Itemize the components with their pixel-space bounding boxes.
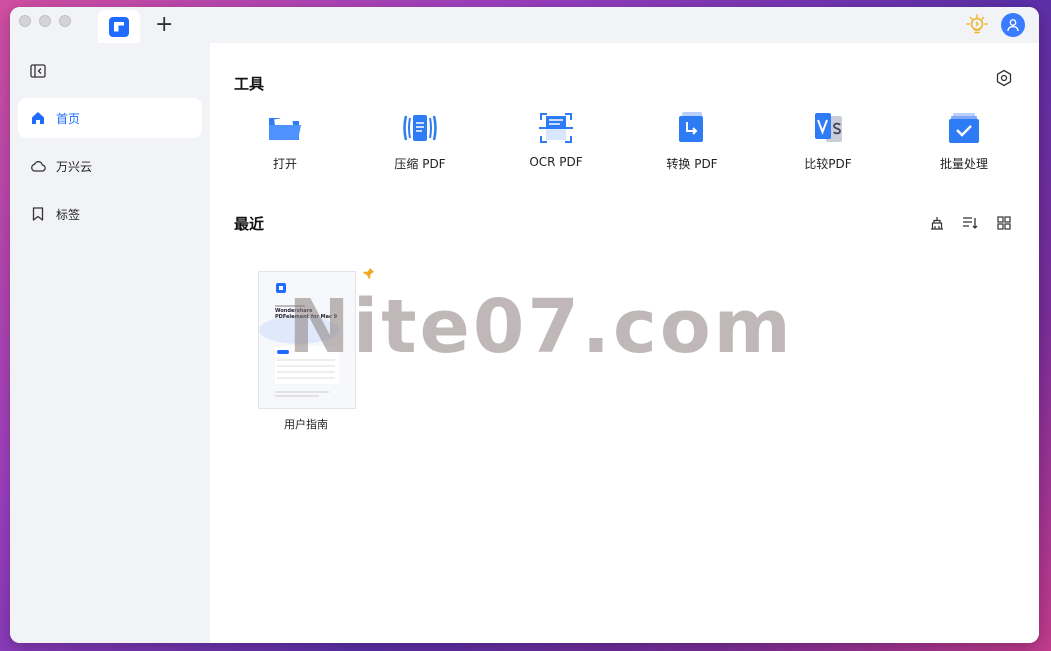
tool-label: 转换 PDF <box>666 157 718 171</box>
compare-icon <box>809 109 847 147</box>
batch-icon <box>945 109 983 147</box>
tool-label: 打开 <box>272 157 297 171</box>
open-folder-icon <box>266 109 304 147</box>
title-bar: + <box>10 7 1039 43</box>
bookmark-icon <box>30 206 46 222</box>
sidebar: 首页 万兴云 标签 <box>10 43 210 643</box>
sidebar-item-label: 万兴云 <box>56 159 93 174</box>
tool-ocr[interactable]: OCR PDF <box>506 109 606 169</box>
sort-icon[interactable] <box>962 215 978 231</box>
convert-icon <box>673 109 711 147</box>
tab-home[interactable] <box>98 10 140 43</box>
tool-label: 压缩 PDF <box>394 157 446 171</box>
lightbulb-icon[interactable] <box>965 13 989 37</box>
recent-section-title: 最近 <box>234 215 265 233</box>
pdfelement-logo-icon <box>109 16 129 37</box>
settings-icon[interactable] <box>995 69 1013 87</box>
zoom-window-button[interactable] <box>59 15 71 27</box>
tool-label: OCR PDF <box>529 155 583 169</box>
tool-label: 批量处理 <box>939 157 988 171</box>
ocr-icon <box>537 109 575 147</box>
collapse-sidebar-icon[interactable] <box>30 64 46 78</box>
compress-icon <box>401 109 439 147</box>
cloud-icon <box>30 158 46 174</box>
tool-batch[interactable]: 批量处理 <box>914 109 1014 172</box>
sidebar-item-label: 标签 <box>56 207 81 222</box>
clear-recent-icon[interactable] <box>929 215 945 231</box>
document-preview <box>259 272 355 408</box>
tool-compress[interactable]: 压缩 PDF <box>370 109 470 172</box>
tool-compare[interactable]: 比较PDF <box>778 109 878 172</box>
recent-file-thumbnail[interactable]: Wondershare PDFelement for Mac 9 <box>258 271 356 409</box>
pin-icon[interactable] <box>363 267 375 279</box>
user-avatar[interactable] <box>1001 13 1025 37</box>
tool-convert[interactable]: 转换 PDF <box>642 109 742 172</box>
home-icon <box>30 110 46 126</box>
user-icon <box>1007 19 1019 32</box>
sidebar-item-label: 首页 <box>56 111 81 126</box>
document-preview-title: Wondershare PDFelement for Mac 9 <box>275 308 338 320</box>
sidebar-item-bookmarks[interactable]: 标签 <box>18 194 202 234</box>
sidebar-item-cloud[interactable]: 万兴云 <box>18 146 202 186</box>
tools-section-title: 工具 <box>234 75 265 93</box>
tool-open[interactable]: 打开 <box>235 109 335 172</box>
close-window-button[interactable] <box>19 15 31 27</box>
minimize-window-button[interactable] <box>39 15 51 27</box>
recent-file-name[interactable]: 用户指南 <box>250 416 362 432</box>
sidebar-item-home[interactable]: 首页 <box>18 98 202 138</box>
new-tab-button[interactable]: + <box>155 12 173 38</box>
grid-view-icon[interactable] <box>996 215 1012 231</box>
main-content: 工具 打开 压缩 PDF OCR PDF 转换 PDF 比较PDF 批量处理 最… <box>210 43 1039 643</box>
tool-label: 比较PDF <box>804 157 852 171</box>
app-window: + 首页 万兴云 标签 工具 打开 压缩 PDF OCR PDF 转换 PDF … <box>10 7 1039 643</box>
